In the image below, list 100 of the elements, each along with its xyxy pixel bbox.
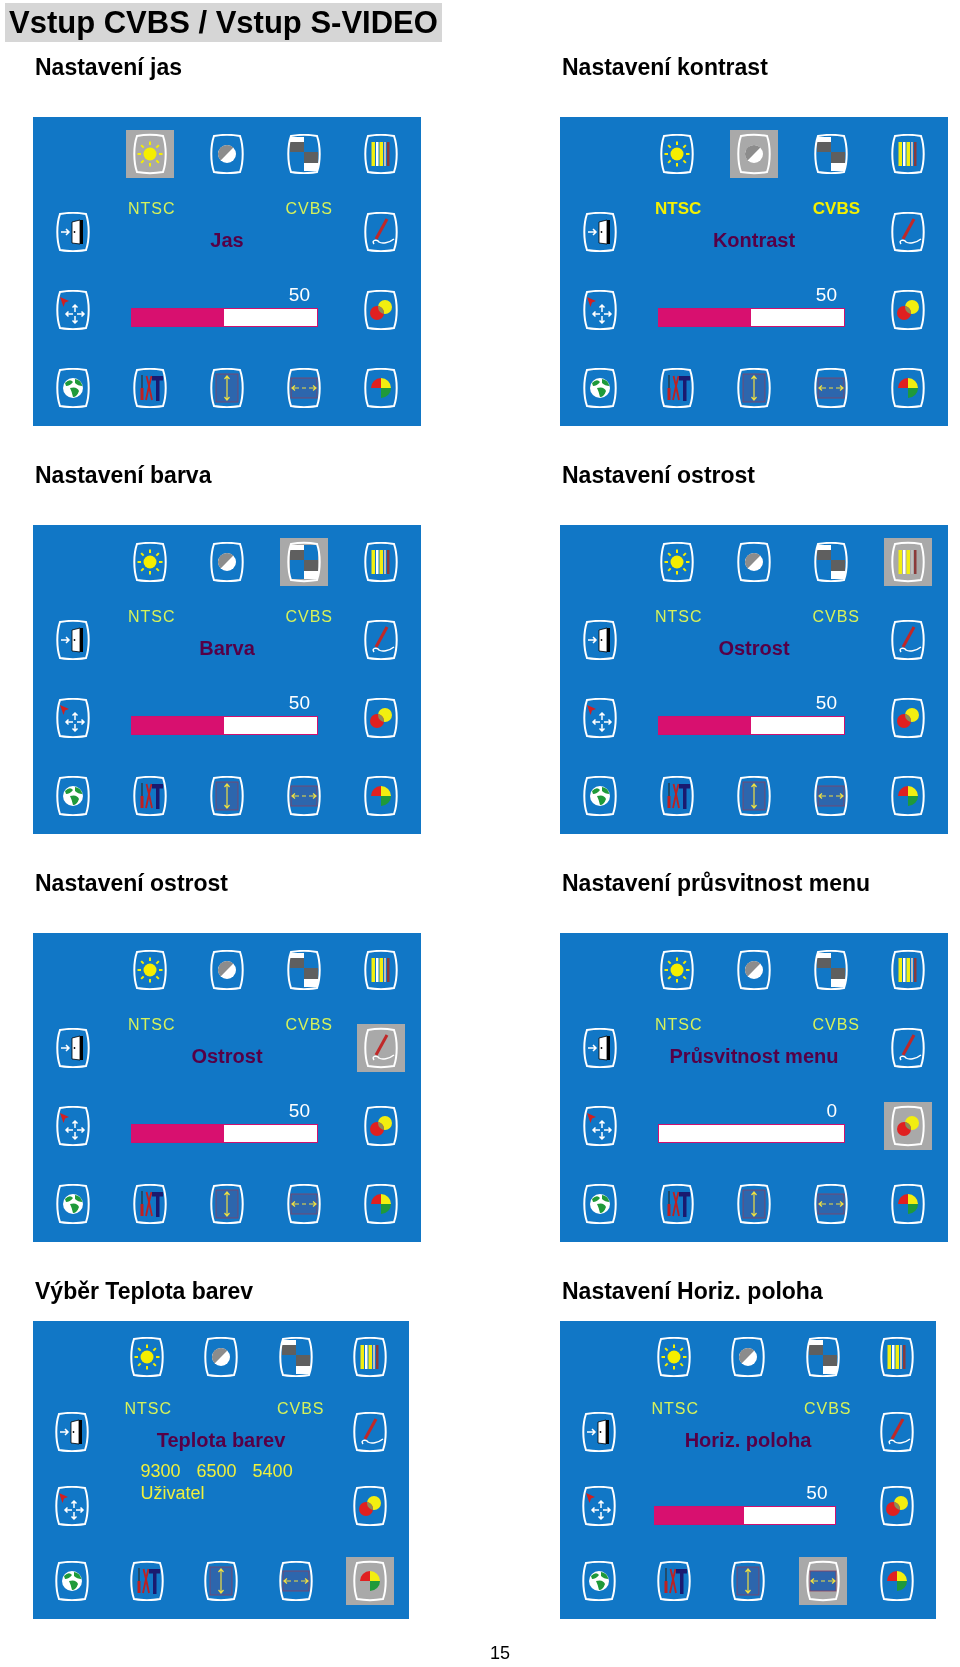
globe-icon[interactable]	[53, 1560, 91, 1601]
pen-icon[interactable]	[362, 212, 400, 252]
tools-icon[interactable]	[131, 1184, 169, 1224]
vertical-arrows-icon[interactable]	[735, 1184, 773, 1224]
vertical-arrows-icon[interactable]	[208, 776, 246, 816]
sun-icon[interactable]	[658, 950, 696, 990]
color-wheel-icon[interactable]	[362, 776, 400, 816]
tools-icon[interactable]	[658, 368, 696, 408]
color-wheel-icon[interactable]	[362, 1184, 400, 1224]
color-circles-icon[interactable]	[889, 698, 927, 738]
checkered-blocks-icon[interactable]	[812, 542, 850, 582]
globe-icon[interactable]	[54, 368, 92, 408]
striped-bars-icon[interactable]	[362, 950, 400, 990]
vertical-arrows-icon[interactable]	[735, 368, 773, 408]
color-circles-icon[interactable]	[884, 1102, 932, 1150]
sun-icon[interactable]	[131, 950, 169, 990]
tools-icon[interactable]	[131, 776, 169, 816]
globe-icon[interactable]	[581, 1184, 619, 1224]
color-wheel-icon[interactable]	[889, 1184, 927, 1224]
sun-icon[interactable]	[654, 1337, 693, 1377]
pen-icon[interactable]	[889, 1028, 927, 1068]
checkered-blocks-icon[interactable]	[812, 134, 850, 174]
checkered-blocks-icon[interactable]	[276, 1337, 315, 1377]
horizontal-arrows-icon[interactable]	[285, 776, 323, 816]
slider-track[interactable]	[131, 1124, 318, 1143]
vertical-arrows-icon[interactable]	[208, 1184, 246, 1224]
door-arrow-icon[interactable]	[581, 212, 619, 252]
color-wheel-icon[interactable]	[878, 1560, 916, 1601]
door-arrow-icon[interactable]	[581, 620, 619, 660]
sun-icon[interactable]	[658, 542, 696, 582]
color-circles-icon[interactable]	[878, 1486, 916, 1527]
move-arrows-icon[interactable]	[54, 290, 92, 330]
color-circles-icon[interactable]	[362, 698, 400, 738]
globe-icon[interactable]	[580, 1560, 618, 1601]
striped-bars-icon[interactable]	[362, 134, 400, 174]
vertical-arrows-icon[interactable]	[202, 1560, 240, 1601]
tools-icon[interactable]	[654, 1560, 693, 1601]
striped-bars-icon[interactable]	[884, 538, 932, 586]
pen-icon[interactable]	[351, 1411, 389, 1452]
slider-track[interactable]	[658, 716, 845, 735]
striped-bars-icon[interactable]	[889, 134, 927, 174]
checkered-blocks-icon[interactable]	[285, 134, 323, 174]
slider-track[interactable]	[658, 308, 845, 327]
globe-icon[interactable]	[54, 776, 92, 816]
slider-track[interactable]	[131, 308, 318, 327]
slider-track[interactable]	[131, 716, 318, 735]
striped-bars-icon[interactable]	[351, 1337, 389, 1377]
horizontal-arrows-icon[interactable]	[285, 1184, 323, 1224]
vertical-arrows-icon[interactable]	[208, 368, 246, 408]
color-circles-icon[interactable]	[351, 1486, 389, 1527]
move-arrows-icon[interactable]	[54, 1106, 92, 1146]
horizontal-arrows-icon[interactable]	[276, 1560, 315, 1601]
color-wheel-icon[interactable]	[362, 368, 400, 408]
color-circles-icon[interactable]	[362, 290, 400, 330]
tools-icon[interactable]	[658, 776, 696, 816]
checkered-blocks-icon[interactable]	[812, 950, 850, 990]
move-arrows-icon[interactable]	[580, 1486, 618, 1527]
tools-icon[interactable]	[127, 1560, 166, 1601]
color-circles-icon[interactable]	[889, 290, 927, 330]
checkered-blocks-icon[interactable]	[285, 950, 323, 990]
pen-icon[interactable]	[357, 1024, 405, 1072]
checkered-blocks-icon[interactable]	[280, 538, 328, 586]
move-arrows-icon[interactable]	[54, 698, 92, 738]
horizontal-arrows-icon[interactable]	[812, 1184, 850, 1224]
globe-icon[interactable]	[581, 776, 619, 816]
striped-bars-icon[interactable]	[362, 542, 400, 582]
pen-icon[interactable]	[878, 1411, 916, 1452]
option-text[interactable]: 5400	[252, 1460, 293, 1481]
horizontal-arrows-icon[interactable]	[812, 776, 850, 816]
horizontal-arrows-icon[interactable]	[812, 368, 850, 408]
color-circles-icon[interactable]	[362, 1106, 400, 1146]
tools-icon[interactable]	[658, 1184, 696, 1224]
striped-bars-icon[interactable]	[889, 950, 927, 990]
tools-icon[interactable]	[131, 368, 169, 408]
door-arrow-icon[interactable]	[54, 620, 92, 660]
move-arrows-icon[interactable]	[581, 290, 619, 330]
globe-icon[interactable]	[54, 1184, 92, 1224]
globe-icon[interactable]	[581, 368, 619, 408]
checkered-blocks-icon[interactable]	[803, 1337, 842, 1377]
door-arrow-icon[interactable]	[580, 1411, 618, 1452]
slider-track[interactable]	[658, 1124, 845, 1143]
vertical-arrows-icon[interactable]	[735, 776, 773, 816]
pen-icon[interactable]	[362, 620, 400, 660]
option-text[interactable]: 9300	[140, 1460, 181, 1481]
horizontal-arrows-icon[interactable]	[285, 368, 323, 408]
slider-track[interactable]	[653, 1505, 836, 1525]
color-wheel-icon[interactable]	[889, 776, 927, 816]
door-arrow-icon[interactable]	[54, 212, 92, 252]
striped-bars-icon[interactable]	[878, 1337, 916, 1377]
sun-icon[interactable]	[131, 542, 169, 582]
pen-icon[interactable]	[889, 620, 927, 660]
move-arrows-icon[interactable]	[53, 1486, 91, 1527]
door-arrow-icon[interactable]	[53, 1411, 91, 1452]
option-text[interactable]: Uživatel	[140, 1482, 205, 1503]
horizontal-arrows-icon[interactable]	[798, 1556, 847, 1605]
door-arrow-icon[interactable]	[54, 1028, 92, 1068]
door-arrow-icon[interactable]	[581, 1028, 619, 1068]
move-arrows-icon[interactable]	[581, 698, 619, 738]
color-wheel-icon[interactable]	[889, 368, 927, 408]
vertical-arrows-icon[interactable]	[729, 1560, 767, 1601]
